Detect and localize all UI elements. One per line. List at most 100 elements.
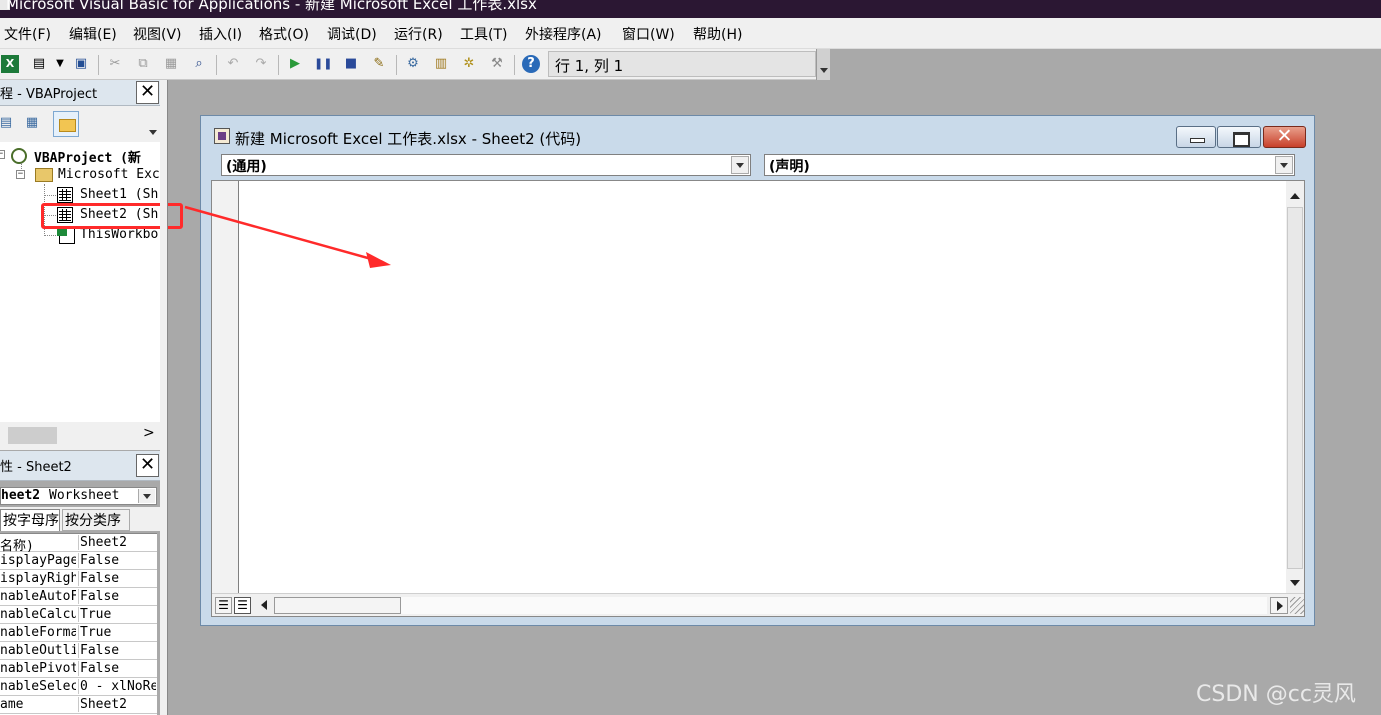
scroll-left-icon[interactable] (256, 597, 274, 614)
property-value[interactable]: True (78, 625, 156, 640)
tree-node-vbaproject[interactable]: VBAProject (新 (34, 147, 141, 166)
property-key: isplayPage (0, 553, 76, 568)
resize-grip-icon[interactable] (1290, 597, 1304, 614)
copy-icon[interactable]: ⧉ (134, 55, 152, 73)
find-icon[interactable]: ⌕ (190, 55, 208, 73)
properties-close-button[interactable]: ✕ (136, 454, 159, 477)
object-browser-icon[interactable]: ✲ (460, 55, 478, 73)
save-icon[interactable]: ▣ (72, 55, 90, 73)
code-window-bottom-bar: ☰ ☰ (212, 593, 1304, 616)
property-value[interactable]: True (78, 607, 156, 622)
toolbar-options-dropdown[interactable] (816, 49, 830, 80)
paste-icon[interactable]: ▦ (162, 55, 180, 73)
minimize-button[interactable] (1176, 126, 1216, 148)
maximize-button[interactable] (1217, 126, 1261, 148)
property-value[interactable]: False (78, 643, 156, 658)
code-vertical-scrollbar[interactable] (1286, 181, 1304, 593)
menu-addins[interactable]: 外接程序(A) (525, 24, 602, 44)
property-value[interactable]: False (78, 553, 156, 568)
collapse-folder-icon[interactable]: − (16, 170, 25, 179)
menu-edit[interactable]: 编辑(E) (69, 24, 117, 44)
run-icon[interactable]: ▶ (286, 55, 304, 73)
excel-objects-folder-icon (35, 168, 53, 182)
project-explorer-toolbar-scroll[interactable] (147, 106, 160, 142)
menu-debug[interactable]: 调试(D) (327, 24, 377, 44)
property-value[interactable]: False (78, 661, 156, 676)
break-icon[interactable]: ❚❚ (314, 55, 332, 73)
scroll-right-icon[interactable] (1270, 597, 1288, 614)
property-row[interactable]: nableOutli False (0, 642, 157, 660)
cursor-position-display: 行 1, 列 1 (548, 51, 816, 77)
scroll-down-icon[interactable] (1286, 574, 1304, 592)
code-window: 新建 Microsoft Excel 工作表.xlsx - Sheet2 (代码… (200, 115, 1315, 626)
menu-tools[interactable]: 工具(T) (460, 24, 507, 44)
design-mode-icon[interactable]: ✎ (370, 55, 388, 73)
object-type: Worksheet (49, 488, 120, 503)
scroll-right-arrow-icon[interactable]: > (143, 425, 155, 441)
tab-alphabetic[interactable]: 按字母序 (0, 509, 60, 531)
reset-icon[interactable]: ■ (342, 55, 360, 73)
excel-view-icon[interactable]: X (1, 55, 19, 73)
view-object-icon[interactable]: ▦ (22, 114, 42, 132)
menu-file[interactable]: 文件(F) (4, 24, 51, 44)
hscroll-track[interactable] (401, 597, 1267, 614)
pane-splitter[interactable] (160, 80, 168, 715)
chevron-down-icon[interactable] (138, 489, 155, 503)
view-code-icon[interactable]: ▤ (0, 114, 16, 132)
project-tree-hscroll[interactable]: > (0, 422, 160, 450)
scroll-up-icon[interactable] (1286, 187, 1304, 205)
property-value[interactable]: Sheet2 (78, 697, 156, 712)
property-row[interactable]: nableSelec 0 - xlNoRe (0, 678, 157, 696)
toolbox-icon[interactable]: ⚒ (488, 55, 506, 73)
code-editor[interactable]: ☰ ☰ (211, 180, 1305, 617)
property-row[interactable]: nablePivot False (0, 660, 157, 678)
project-explorer-close-button[interactable]: ✕ (136, 81, 159, 104)
property-row[interactable]: nableCalcu True (0, 606, 157, 624)
help-icon[interactable]: ? (522, 55, 540, 73)
property-row[interactable]: isplayPage False (0, 552, 157, 570)
tree-node-thisworkbook[interactable]: ThisWorkbo (80, 227, 158, 242)
object-select[interactable]: (通用) (221, 154, 751, 176)
redo-icon[interactable]: ↷ (252, 55, 270, 73)
cut-icon[interactable]: ✂ (106, 55, 124, 73)
property-row[interactable]: 名称) Sheet2 (0, 534, 157, 554)
project-explorer-icon[interactable]: ⚙ (404, 55, 422, 73)
properties-window-icon[interactable]: ▥ (432, 55, 450, 73)
undo-icon[interactable]: ↶ (224, 55, 242, 73)
menu-view[interactable]: 视图(V) (133, 24, 182, 44)
insert-userform-icon[interactable]: ▤ (30, 55, 48, 73)
menu-insert[interactable]: 插入(I) (199, 24, 242, 44)
code-window-titlebar[interactable]: 新建 Microsoft Excel 工作表.xlsx - Sheet2 (代码… (201, 116, 1314, 154)
standard-toolbar: X ▤ ▼ ▣ ✂ ⧉ ▦ ⌕ ↶ ↷ ▶ ❚❚ ■ ✎ ⚙ ▥ ✲ ⚒ ? 行… (0, 49, 830, 80)
close-button[interactable]: ✕ (1263, 125, 1306, 148)
menu-help[interactable]: 帮助(H) (693, 24, 742, 44)
chevron-down-icon[interactable] (1275, 156, 1293, 174)
procedure-view-icon[interactable]: ☰ (215, 597, 232, 614)
property-row[interactable]: nableAutoF False (0, 588, 157, 606)
insert-dropdown-icon[interactable]: ▼ (51, 55, 69, 73)
procedure-select[interactable]: (声明) (764, 154, 1295, 176)
property-key: nableSelec (0, 679, 76, 694)
property-row[interactable]: isplayRigh False (0, 570, 157, 588)
menu-window[interactable]: 窗口(W) (622, 24, 675, 44)
full-module-view-icon[interactable]: ☰ (234, 597, 251, 614)
property-value[interactable]: Sheet2 (78, 535, 156, 550)
property-value[interactable]: False (78, 589, 156, 604)
property-value[interactable]: 0 - xlNoRe (78, 679, 156, 694)
property-value[interactable]: False (78, 571, 156, 586)
margin-indicator-bar[interactable] (212, 181, 239, 593)
tab-categorized[interactable]: 按分类序 (62, 509, 130, 531)
tree-node-sheet1[interactable]: Sheet1 (Sh (80, 187, 158, 202)
properties-object-select[interactable]: heet2 Worksheet (0, 487, 157, 505)
scroll-track[interactable] (1287, 207, 1303, 569)
property-row[interactable]: nableForma True (0, 624, 157, 642)
hscroll-thumb[interactable] (274, 597, 401, 614)
menu-format[interactable]: 格式(O) (259, 24, 309, 44)
chevron-down-icon[interactable] (731, 156, 749, 174)
scroll-thumb[interactable] (8, 427, 57, 444)
tree-node-excel-objects[interactable]: Microsoft Exc (58, 167, 160, 182)
menu-run[interactable]: 运行(R) (394, 24, 443, 44)
property-row[interactable]: ame Sheet2 (0, 696, 157, 714)
collapse-project-icon[interactable]: − (0, 150, 5, 159)
toggle-folders-icon[interactable] (53, 111, 79, 137)
